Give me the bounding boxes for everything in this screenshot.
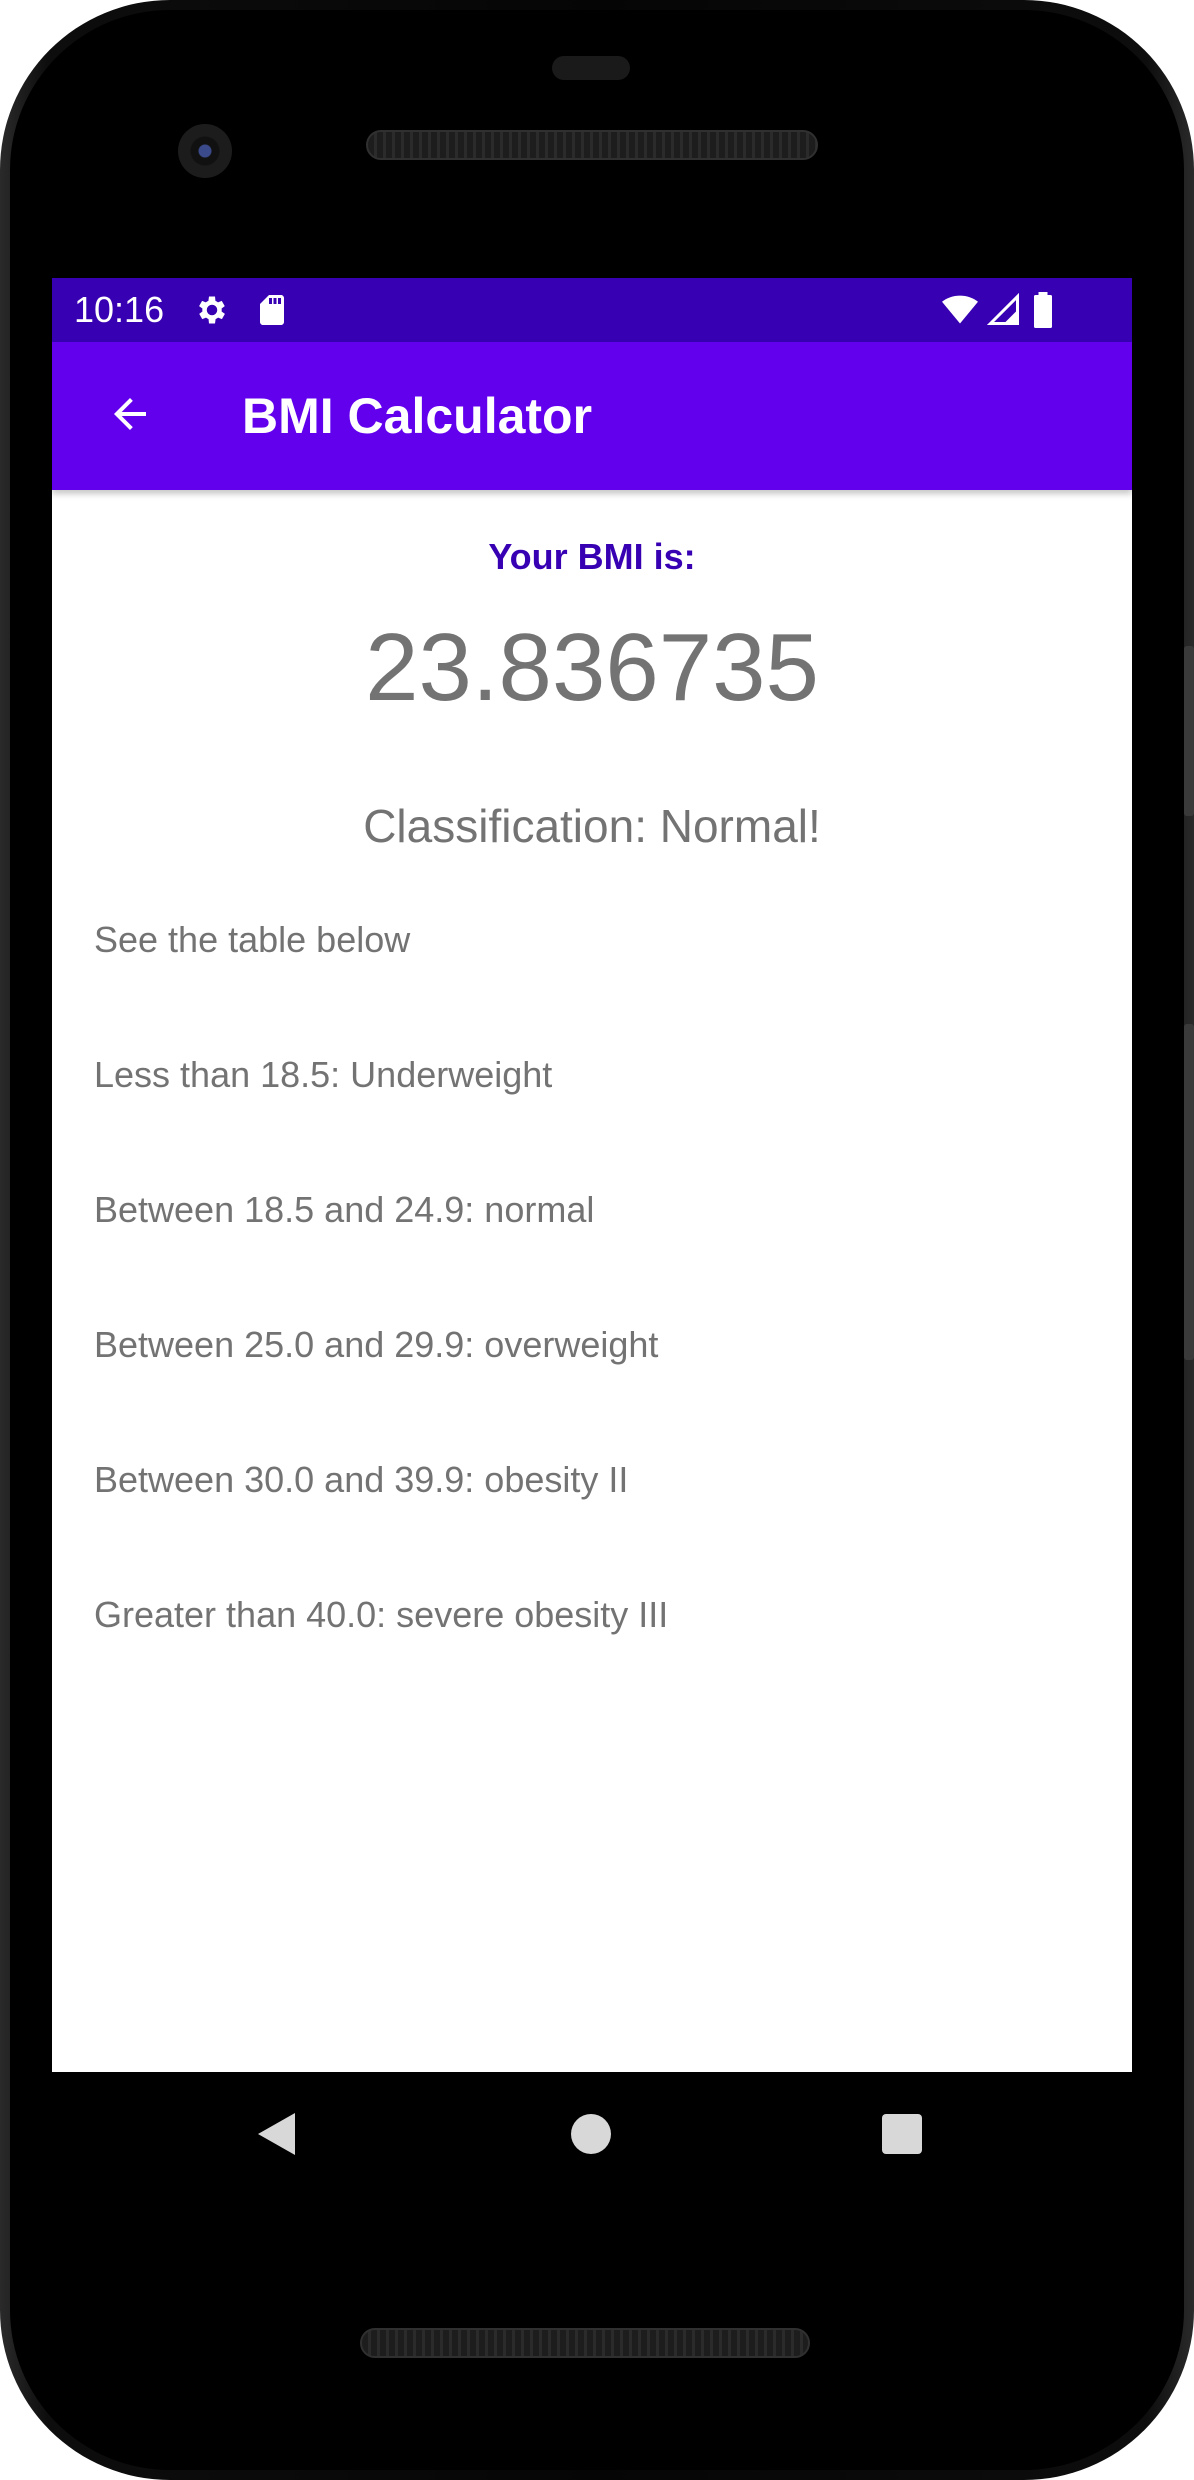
app-bar: BMI Calculator <box>52 342 1132 490</box>
nav-home-button[interactable] <box>555 2100 627 2172</box>
battery-icon <box>1030 292 1066 328</box>
earpiece-speaker <box>366 130 818 160</box>
arrow-back-icon <box>106 390 154 443</box>
status-bar: 10:16 <box>52 278 1132 342</box>
recents-square-icon <box>881 2113 923 2160</box>
power-button <box>1184 646 1194 816</box>
classification-text: Classification: Normal! <box>363 800 821 852</box>
front-camera <box>178 124 232 178</box>
volume-button <box>1184 1024 1194 1360</box>
table-row: Less than 18.5: Underweight <box>94 1054 553 1095</box>
signal-icon <box>986 292 1022 328</box>
sd-card-icon <box>254 292 290 328</box>
phone-frame: 10:16 BMI Calculator Your BMI is: 23.836… <box>0 0 1194 2480</box>
page-title: BMI Calculator <box>242 388 593 444</box>
nav-back-button[interactable] <box>240 2100 312 2172</box>
table-intro: See the table below <box>94 919 411 960</box>
gear-icon <box>194 292 230 328</box>
proximity-sensor <box>552 56 630 80</box>
screen: 10:16 BMI Calculator Your BMI is: 23.836… <box>52 278 1132 2072</box>
back-button[interactable] <box>92 378 168 454</box>
back-triangle-icon <box>255 2111 297 2162</box>
table-row: Between 18.5 and 24.9: normal <box>94 1189 595 1230</box>
status-time: 10:16 <box>74 289 165 330</box>
nav-recents-button[interactable] <box>866 2100 938 2172</box>
home-circle-icon <box>569 2112 613 2161</box>
bottom-speaker <box>360 2328 810 2358</box>
bmi-value: 23.836735 <box>365 614 819 721</box>
wifi-icon <box>940 292 978 328</box>
table-row: Greater than 40.0: severe obesity III <box>94 1594 669 1635</box>
table-row: Between 30.0 and 39.9: obesity II <box>94 1459 629 1500</box>
bmi-label: Your BMI is: <box>488 536 696 577</box>
table-row: Between 25.0 and 29.9: overweight <box>94 1324 659 1365</box>
